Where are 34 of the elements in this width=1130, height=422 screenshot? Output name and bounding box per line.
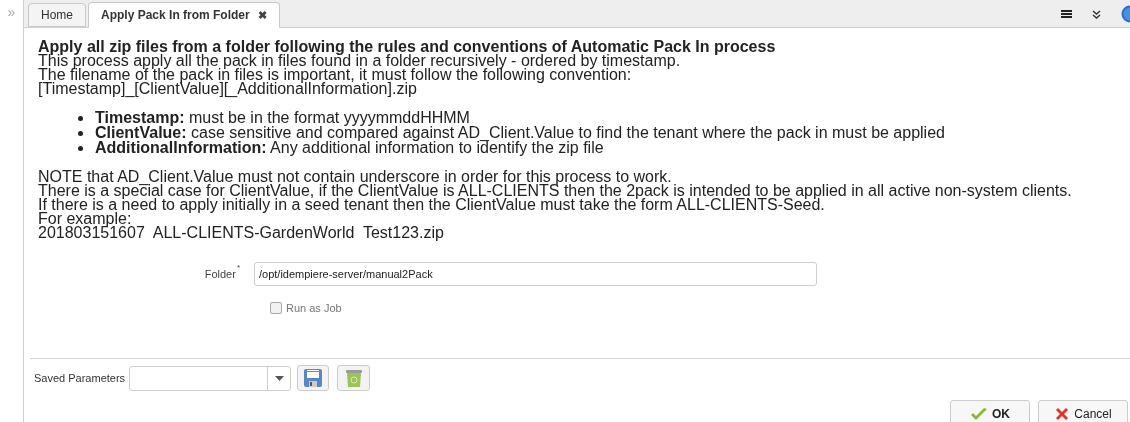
tab[interactable]: Home [28, 3, 86, 27]
cancel-button[interactable]: Cancel [1038, 400, 1128, 422]
description-line: There is a special case for ClientValue, if the ClientValue is ALL-CLIENTS then the 2pack is intended to be applied in all active non-system clients. [38, 184, 1073, 198]
caret-icon [274, 375, 284, 381]
folder-input[interactable]: /opt/idempiere-server/manual2Pack [254, 262, 817, 286]
recycle-bin-icon [343, 368, 364, 388]
bullet-text: AdditionalInformation: Any additional information to identify the zip file [95, 141, 604, 155]
run-as-job-checkbox[interactable] [270, 302, 282, 315]
description-line: The filename of the pack in files is important, it must follow the following convention: [38, 68, 632, 82]
description-line: 201803151607 ALL-CLIENTS-GardenWorld Test123.zip [38, 226, 445, 240]
description-line: [Timestamp]_[ClientValue][_AdditionalInformation].zip [38, 82, 418, 96]
menu-icon[interactable] [1061, 10, 1072, 18]
saved-parameters-label: Saved Parameters [34, 370, 126, 386]
required-marker: * [236, 261, 240, 274]
field-label: Folder [204, 266, 236, 282]
delete-parameters-button[interactable] [337, 365, 371, 391]
ok-button[interactable]: OK [950, 400, 1030, 422]
bullet-icon [78, 130, 83, 136]
check-icon [970, 407, 988, 421]
collapse-icon[interactable] [1092, 9, 1101, 19]
bullet-icon [78, 115, 83, 121]
run-as-job-label: Run as Job [286, 301, 342, 316]
close-icon[interactable]: ✖ [257, 6, 267, 24]
description-line: This process apply all the pack in files found in a folder recursively - ordered by timestamp. [38, 54, 682, 68]
description-line: For example: [38, 212, 132, 226]
bullet-text: ClientValue: case sensitive and compared against AD_Client.Value to find the tenant where the pack in must be applied [95, 126, 945, 140]
close-icon [1054, 406, 1071, 422]
description-line: If there is a need to apply initially in a seed tenant then the ClientValue must take the form ALL-CLIENTS-Seed. [38, 198, 825, 212]
tab[interactable]: Apply Pack In from Folder ✖ [88, 2, 280, 28]
bullet-icon [78, 145, 83, 151]
save-parameters-button[interactable] [297, 365, 330, 391]
description-line: NOTE that AD_Client.Value must not contain underscore in order for this process to work. [38, 170, 673, 184]
description-title: Apply all zip files from a folder following the rules and conventions of Automatic Pack In process [38, 40, 777, 54]
bullet-text: Timestamp: must be in the format yyyymmddHHMM [95, 111, 470, 125]
